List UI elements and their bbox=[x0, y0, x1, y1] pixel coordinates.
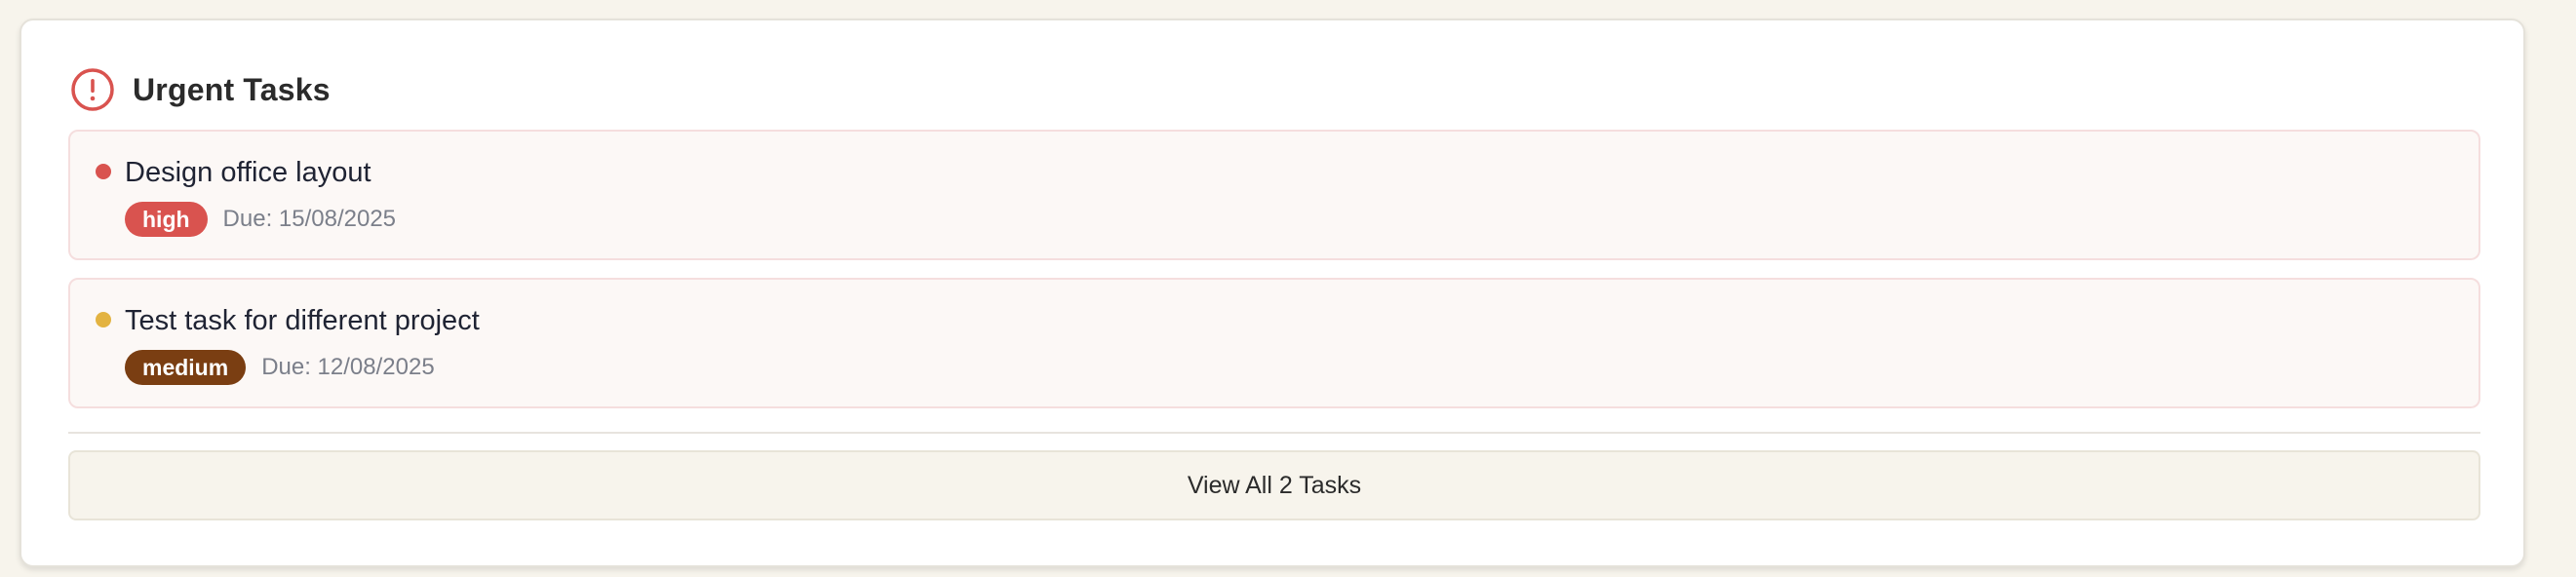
priority-badge: medium bbox=[125, 350, 247, 385]
priority-dot bbox=[96, 164, 111, 179]
task-item[interactable]: Test task for different project medium D… bbox=[68, 278, 2480, 408]
task-item[interactable]: Design office layout high Due: 15/08/202… bbox=[68, 130, 2480, 260]
due-date: Due: 15/08/2025 bbox=[222, 206, 397, 232]
due-date: Due: 12/08/2025 bbox=[261, 354, 435, 380]
view-all-tasks-button[interactable]: View All 2 Tasks bbox=[68, 450, 2480, 520]
priority-badge: high bbox=[125, 202, 208, 237]
card-header: Urgent Tasks bbox=[70, 67, 331, 112]
card-title: Urgent Tasks bbox=[133, 71, 331, 107]
urgent-tasks-card: Urgent Tasks Design office layout high D… bbox=[20, 19, 2525, 567]
task-title[interactable]: Design office layout bbox=[125, 157, 371, 189]
task-meta: high Due: 15/08/2025 bbox=[125, 202, 396, 237]
divider bbox=[68, 432, 2480, 434]
task-meta: medium Due: 12/08/2025 bbox=[125, 350, 435, 385]
task-title[interactable]: Test task for different project bbox=[125, 305, 480, 337]
priority-dot bbox=[96, 312, 111, 327]
alert-circle-icon bbox=[71, 68, 114, 111]
